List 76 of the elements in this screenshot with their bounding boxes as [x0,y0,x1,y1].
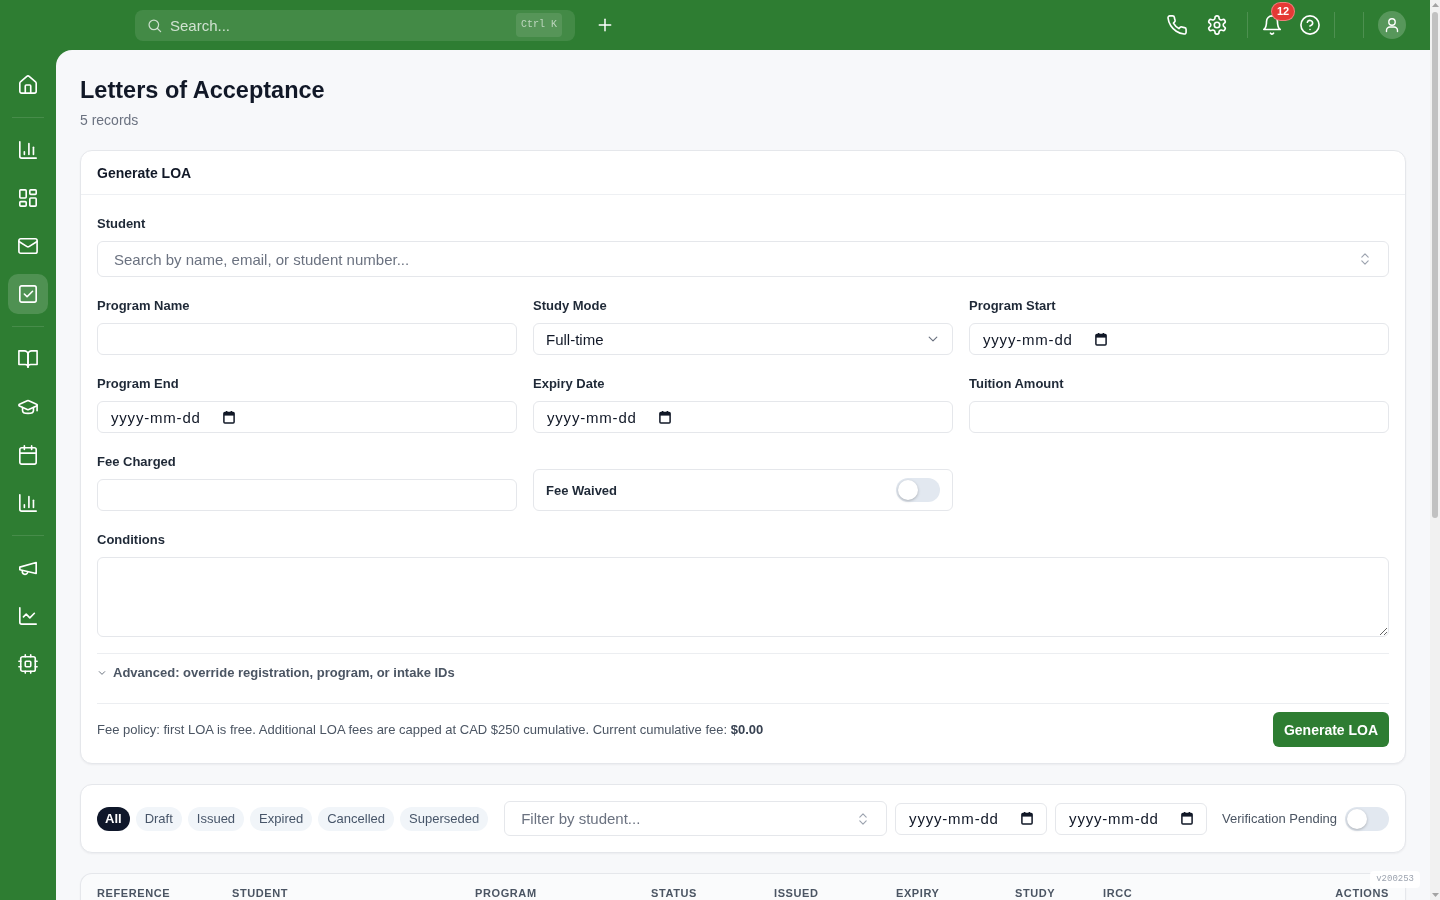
home-icon [18,75,38,95]
notification-badge: 12 [1271,2,1296,21]
help-icon[interactable] [1300,15,1320,35]
avatar-icon[interactable] [1378,11,1406,39]
field-label: Program End [97,375,179,393]
settings-icon[interactable] [1207,15,1227,35]
book-icon [18,349,38,369]
line-chart-icon [18,606,38,626]
status-filter-tab[interactable]: Draft [135,806,182,831]
calendar-icon [18,445,38,465]
version-label: v200253 [1370,871,1420,888]
field-label: Program Name [97,297,190,315]
status-filter-tab[interactable]: Issued [187,806,245,831]
advanced-disclosure[interactable]: Advanced: override registration, program, or intake IDs [97,664,455,682]
status-filter-tab[interactable]: All [97,806,130,831]
select-field[interactable]: Full-time [533,323,953,355]
column-header: IRCC [1103,886,1133,900]
date-field[interactable]: yyyy-mm-dd [1055,802,1208,835]
column-header: STATUS [651,886,697,900]
status-filter-tab[interactable]: Cancelled [318,806,394,831]
generate-button[interactable]: Generate LOA [1273,712,1389,747]
combobox-field[interactable]: Search by name, email, or student number... [97,241,1389,277]
field-label: Study Mode [533,297,607,315]
calendar-icon[interactable] [1021,812,1034,825]
page-title: Letters of Acceptance [80,76,325,105]
column-header: STUDY [1015,886,1056,900]
phone-icon[interactable] [1167,15,1187,35]
calendar-icon[interactable] [223,410,235,424]
field-label: Tuition Amount [969,375,1064,393]
date-field[interactable]: yyyy-mm-dd [533,401,953,433]
toggle-label: Verification Pending [1222,811,1337,826]
plus-icon[interactable] [596,16,614,34]
chip-icon [18,654,38,674]
record-count: 5 records [80,111,139,130]
textarea-field[interactable] [97,557,1389,637]
calendar-icon[interactable] [659,410,671,424]
field-label: Fee Charged [97,453,176,471]
status-filter-tab[interactable]: Superseded [400,806,489,831]
column-header: ISSUED [774,886,819,900]
input-field[interactable] [97,479,517,511]
bar-chart-icon [18,493,38,513]
field-label: Conditions [97,531,165,549]
toggle-switch[interactable] [1345,806,1389,831]
scrollbar-thumb[interactable] [1432,12,1438,518]
sidebar-item[interactable] [8,274,48,314]
date-field[interactable]: yyyy-mm-dd [97,401,517,433]
search-icon [147,17,162,33]
column-header: STUDENT [232,886,289,900]
column-header: PROGRAM [475,886,537,900]
fee-policy-text: Fee policy: first LOA is free. Additional LOA fees are capped at CAD $250 cumulative. Current cumulative fee: $0.00 [97,720,764,739]
chevron-up-down-icon [1358,252,1372,266]
combobox-field[interactable]: Filter by student... [504,801,888,836]
input-field[interactable] [969,401,1389,433]
graduation-cap-icon [18,397,38,417]
mail-icon [18,236,38,256]
calendar-icon[interactable] [1095,332,1107,346]
calendar-icon[interactable] [1181,812,1194,825]
column-header: REFERENCE [97,886,171,900]
field-label: Program Start [969,297,1056,315]
check-square-icon [18,284,38,304]
date-field[interactable]: yyyy-mm-dd [895,802,1048,835]
status-filter-tab[interactable]: Expired [250,806,313,831]
keyboard-shortcut: Ctrl K [516,13,562,37]
date-field[interactable]: yyyy-mm-dd [969,323,1389,355]
toggle-switch[interactable] [896,478,940,502]
grid-icon [18,188,38,208]
input-field[interactable] [97,323,517,355]
bell-icon[interactable] [1262,15,1282,35]
chevron-down-icon [97,668,107,678]
card-title: Generate LOA [97,164,192,181]
toggle-label: Fee Waived [546,482,618,498]
bar-chart-icon [18,140,38,160]
column-header: ACTIONS [1335,886,1389,900]
field-label: Expiry Date [533,375,605,393]
field-label: Student [97,215,146,233]
column-header: EXPIRY [896,886,940,900]
